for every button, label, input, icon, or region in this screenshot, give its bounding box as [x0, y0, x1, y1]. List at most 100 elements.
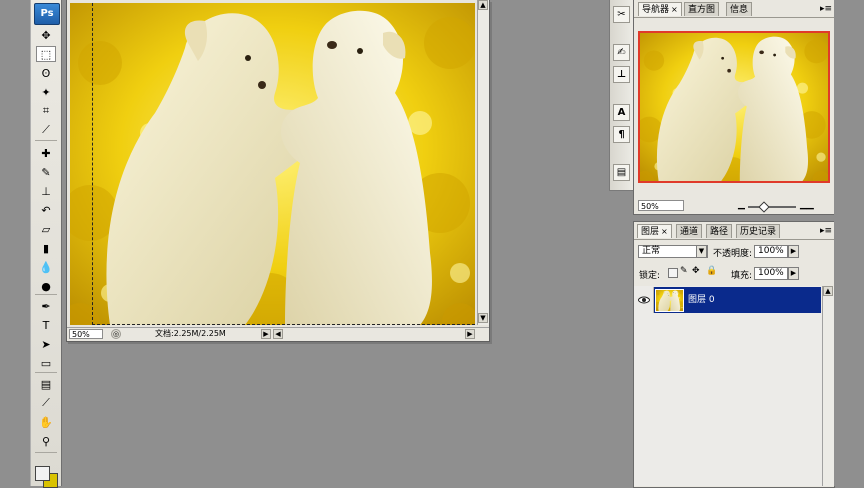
opacity-arrow-icon[interactable]: ▶: [788, 245, 799, 258]
panel-menu-icon[interactable]: ▸≡: [820, 4, 832, 14]
panel-menu-icon[interactable]: ▸≡: [820, 226, 832, 236]
hand-tool-button[interactable]: ✋: [36, 414, 56, 430]
scroll-up-icon[interactable]: ▲: [823, 286, 833, 296]
layer-row[interactable]: 图层 0: [654, 287, 821, 313]
eraser-tool-button[interactable]: ▱: [36, 221, 56, 237]
move-tool-icon: ✥: [41, 28, 51, 42]
crop-tool-button[interactable]: ⌗: [36, 103, 56, 119]
blur-tool-icon: 💧: [39, 260, 53, 274]
document-zoom-field[interactable]: 50%: [69, 329, 103, 339]
tool-separator: [35, 372, 57, 373]
selection-marquee-left-edge: [92, 3, 93, 325]
lock-image-icon[interactable]: ✎: [680, 266, 688, 276]
history-brush-tool-button[interactable]: ↶: [36, 202, 56, 218]
tab-histogram-label: 直方图: [688, 5, 716, 15]
shape-tool-button[interactable]: ▭: [36, 355, 56, 371]
zoom-tool-icon: ⚲: [41, 434, 51, 448]
brush-tool-button[interactable]: ✎: [36, 164, 56, 180]
tab-info[interactable]: 信息: [726, 2, 753, 16]
layers-tab-row: 图层 × 通道 路径 历史记录 ▸≡: [634, 224, 834, 240]
zoom-in-icon[interactable]: ▁▁: [800, 200, 814, 210]
rect-marquee-tool-button[interactable]: ⬚: [36, 46, 56, 62]
scroll-right-icon[interactable]: ▶: [465, 329, 475, 339]
lock-position-icon[interactable]: ✥: [692, 266, 700, 276]
tool-separator: [35, 294, 57, 295]
paragraph-icon[interactable]: ¶: [613, 126, 630, 143]
gradient-tool-button[interactable]: ▮: [36, 240, 56, 256]
puppies-photo: [70, 3, 475, 325]
zoom-tool-button[interactable]: ⚲: [36, 433, 56, 449]
scroll-left-icon[interactable]: ◀: [273, 329, 283, 339]
history-brush-tool-icon: ↶: [41, 203, 51, 217]
eyedropper-tool-icon: ⟋: [42, 396, 50, 409]
path-select-tool-icon: ➤: [41, 337, 51, 351]
dodge-tool-icon: ●: [41, 279, 51, 293]
move-tool-button[interactable]: ✥: [36, 27, 56, 43]
foreground-color-swatch[interactable]: [35, 466, 50, 481]
navigator-preview-image: [640, 33, 828, 181]
layers-list: [634, 286, 822, 486]
lock-transparent-icon[interactable]: [668, 268, 678, 278]
image-canvas[interactable]: [70, 3, 475, 325]
clone-source-icon[interactable]: ⊥: [613, 66, 630, 83]
slice-tool-button[interactable]: ⟋: [36, 122, 56, 138]
crop-tool-icon: ⌗: [42, 104, 50, 117]
fill-value: 100%: [758, 268, 784, 278]
lasso-tool-button[interactable]: ʘ: [36, 65, 56, 81]
chevron-down-icon[interactable]: ▼: [696, 245, 707, 258]
tab-layers[interactable]: 图层 ×: [637, 224, 672, 238]
eyedropper-tool-button[interactable]: ⟋: [36, 395, 56, 411]
fill-arrow-icon[interactable]: ▶: [788, 267, 799, 280]
workspace-edge: [834, 0, 864, 486]
notes-tool-button[interactable]: ▤: [36, 376, 56, 392]
close-icon[interactable]: ×: [671, 5, 678, 14]
tab-paths[interactable]: 路径: [706, 224, 733, 238]
dodge-tool-button[interactable]: ●: [36, 278, 56, 294]
layer-visibility-toggle[interactable]: [634, 287, 654, 313]
clone-stamp-tool-button[interactable]: ⊥: [36, 183, 56, 199]
layer-name: 图层 0: [688, 295, 715, 305]
fill-field[interactable]: 100%: [754, 267, 788, 280]
layer-comps-icon[interactable]: ▤: [613, 164, 630, 181]
type-tool-icon: T: [42, 318, 50, 332]
tab-channels[interactable]: 通道: [676, 224, 703, 238]
type-tool-button[interactable]: T: [36, 317, 56, 333]
path-select-tool-button[interactable]: ➤: [36, 336, 56, 352]
magic-wand-tool-icon: ✦: [41, 85, 51, 99]
document-vertical-scrollbar[interactable]: ▲ ▼: [477, 0, 489, 325]
navigator-tab-row: 导航器 × 直方图 信息 ▸≡: [634, 2, 834, 18]
navigator-zoom-slider-knob[interactable]: [758, 201, 770, 213]
notes-tool-icon: ▤: [40, 377, 52, 391]
tab-layers-label: 图层: [641, 227, 660, 237]
navigator-zoom-field[interactable]: 50%: [638, 200, 684, 211]
layers-scrollbar[interactable]: ▲: [822, 286, 834, 486]
tab-history[interactable]: 历史记录: [736, 224, 781, 238]
tab-navigator[interactable]: 导航器 ×: [638, 2, 682, 16]
lock-all-icon[interactable]: 🔒: [706, 266, 717, 276]
photoshop-logo[interactable]: Ps: [34, 3, 60, 25]
tab-histogram[interactable]: 直方图: [684, 2, 720, 16]
character-icon[interactable]: A: [613, 104, 630, 121]
blur-tool-button[interactable]: 💧: [36, 259, 56, 275]
brushes-icon[interactable]: ✍: [613, 44, 630, 61]
layer-thumbnail: [655, 289, 684, 312]
pen-tool-button[interactable]: ✒: [36, 298, 56, 314]
magic-wand-tool-button[interactable]: ✦: [36, 84, 56, 100]
scroll-up-icon[interactable]: ▲: [478, 0, 488, 10]
document-status-bar: 50% ◎ 文档:2.25M/2.25M ▶ ◀ ▶: [67, 327, 489, 341]
opacity-field[interactable]: 100%: [754, 245, 788, 258]
tab-navigator-label: 导航器: [642, 5, 670, 15]
close-icon[interactable]: ×: [661, 227, 668, 236]
brush-tool-icon: ✎: [41, 165, 51, 179]
navigator-preview[interactable]: [638, 31, 830, 183]
pen-tool-icon: ✒: [41, 299, 51, 313]
healing-brush-tool-button[interactable]: ✚: [36, 145, 56, 161]
zoom-out-icon[interactable]: ▁: [738, 200, 745, 210]
healing-brush-tool-icon: ✚: [41, 146, 51, 160]
status-arrow-icon[interactable]: ▶: [261, 329, 271, 339]
scroll-down-icon[interactable]: ▼: [478, 313, 488, 323]
opacity-value: 100%: [758, 246, 784, 256]
navigator-zoom-slider[interactable]: [748, 206, 796, 208]
tool-presets-icon[interactable]: ✂: [613, 6, 630, 23]
status-menu-icon[interactable]: ◎: [111, 329, 121, 339]
